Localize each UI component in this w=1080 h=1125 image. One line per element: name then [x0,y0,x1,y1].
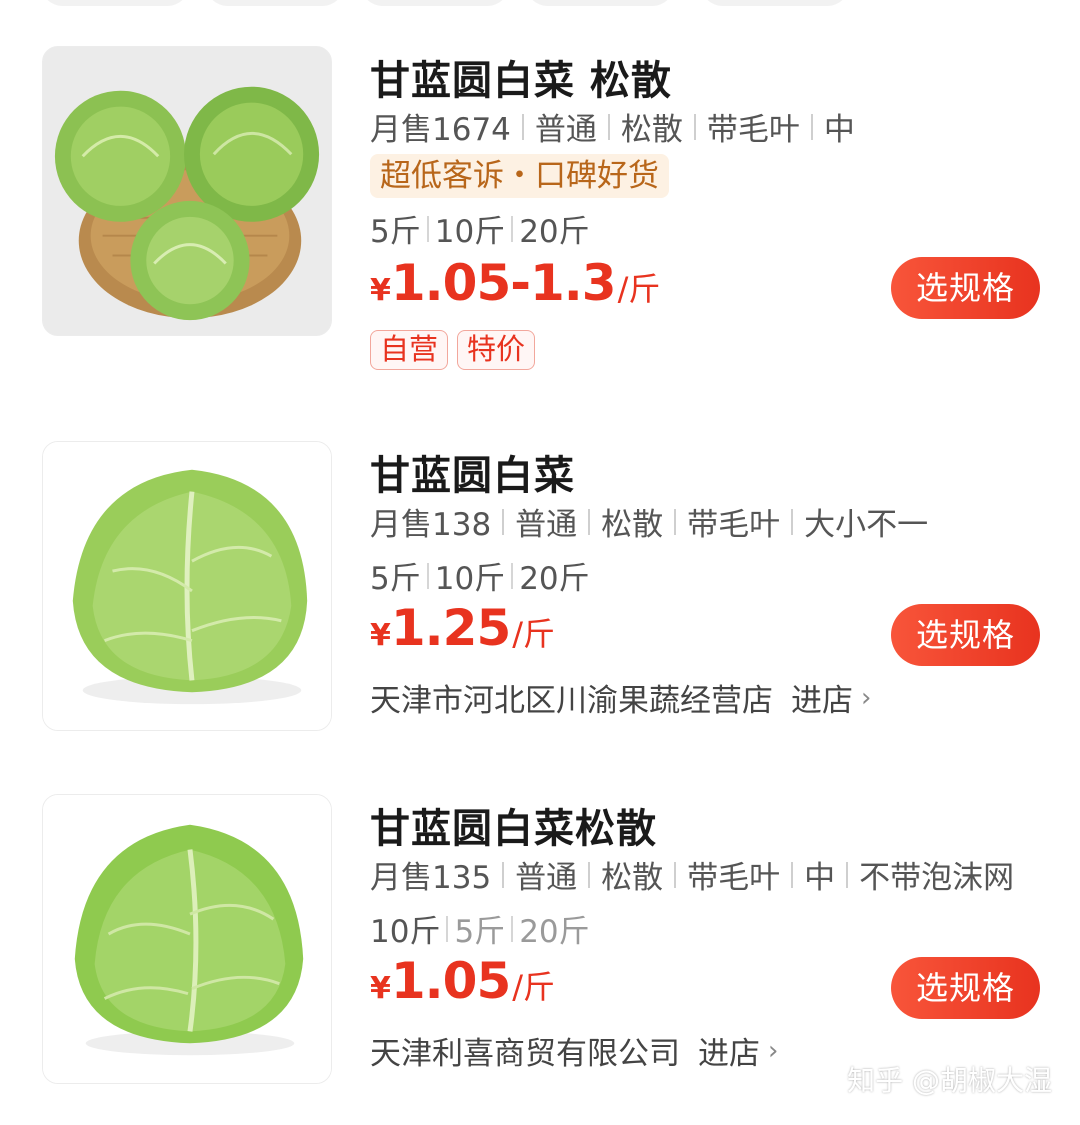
currency-symbol: ¥ [370,971,391,1006]
weight-option[interactable]: 5斤 [454,906,505,951]
product-specs: 月售135 普通 松散 带毛叶 中 不带泡沫网 [370,852,1014,897]
spec-item: 普通 [534,112,597,148]
cabbage-image [43,795,331,1083]
product-title[interactable]: 甘蓝圆白菜 [370,443,575,501]
store-name: 天津利喜商贸有限公司 [370,1036,680,1072]
enter-store-label[interactable]: 进店 [791,675,853,720]
divider [846,861,849,888]
divider [607,113,610,140]
divider [791,861,794,888]
spec-item: 带毛叶 [687,860,781,896]
weight-options: 5斤 10斤 20斤 [370,206,590,251]
divider [426,215,429,242]
promo-badge: 超低客诉・口碑好货 [370,154,669,198]
divider [588,508,591,535]
price-unit: /斤 [617,270,661,308]
product-info: 甘蓝圆白菜松散 月售135 普通 松散 带毛叶 中 不带泡沫网 10斤 5斤 2… [370,794,1050,1084]
tag-row: 自营 特价 [370,330,536,370]
spec-sales: 月售1674 [370,112,511,148]
product-specs: 月售1674 普通 松散 带毛叶 中 [370,104,855,149]
product-price: ¥ 1.25 /斤 [370,599,555,657]
chevron-right-icon: › [861,682,872,713]
cabbage-image [43,442,331,730]
filter-chip[interactable] [40,0,190,6]
product-price: ¥ 1.05 /斤 [370,952,555,1010]
select-spec-button[interactable]: 选规格 [891,604,1040,666]
weight-option[interactable]: 10斤 [370,906,440,951]
weight-option[interactable]: 20斤 [519,906,589,951]
price-value: 1.05-1.3 [390,254,617,312]
store-name: 天津市河北区川渝果蔬经营店 [370,683,773,719]
store-link[interactable]: 天津利喜商贸有限公司 进店 › [370,1028,778,1073]
store-link[interactable]: 天津市河北区川渝果蔬经营店 进店 › [370,675,871,720]
product-price: ¥ 1.05-1.3 /斤 [370,254,660,312]
divider [791,508,794,535]
filter-chip[interactable] [205,0,345,6]
divider [511,562,514,589]
divider [588,861,591,888]
tag-special-price: 特价 [457,330,536,370]
select-spec-button[interactable]: 选规格 [891,957,1040,1019]
product-image[interactable] [42,441,332,731]
weight-options: 5斤 10斤 20斤 [370,553,590,598]
spec-item: 松散 [601,507,664,543]
product-info: 甘蓝圆白菜 松散 月售1674 普通 松散 带毛叶 中 超低客诉・口碑好货 5斤… [370,46,1050,376]
weight-option[interactable]: 10斤 [435,553,505,598]
filter-chip[interactable] [360,0,510,6]
spec-sales: 月售135 [370,860,492,896]
divider [674,508,677,535]
spec-sales: 月售138 [370,507,492,543]
spec-item: 带毛叶 [706,112,800,148]
divider [511,915,514,942]
divider [810,113,813,140]
price-unit: /斤 [512,615,556,653]
product-image[interactable] [42,46,332,336]
filter-chip[interactable] [525,0,675,6]
spec-item: 松散 [601,860,664,896]
product-title[interactable]: 甘蓝圆白菜 松散 [370,48,672,106]
spec-item: 松散 [620,112,683,148]
weight-option[interactable]: 5斤 [370,553,421,598]
price-value: 1.05 [390,952,511,1010]
product-specs: 月售138 普通 松散 带毛叶 大小不一 [370,499,928,544]
spec-item: 普通 [515,507,578,543]
weight-options: 10斤 5斤 20斤 [370,906,590,951]
currency-symbol: ¥ [370,618,391,653]
divider [502,508,505,535]
divider [502,861,505,888]
spec-item: 普通 [515,860,578,896]
spec-item: 中 [804,860,836,896]
divider [674,861,677,888]
product-image[interactable] [42,794,332,1084]
currency-symbol: ¥ [370,273,391,308]
divider [521,113,524,140]
divider [693,113,696,140]
spec-item: 大小不一 [804,507,929,543]
weight-option[interactable]: 5斤 [370,206,421,251]
cabbage-basket-image [43,47,331,335]
enter-store-label[interactable]: 进店 [698,1028,760,1073]
watermark: 知乎 @胡椒大湿 [847,1064,1052,1097]
filter-chip-row [0,0,1080,6]
spec-item: 中 [823,112,855,148]
product-title[interactable]: 甘蓝圆白菜松散 [370,796,657,854]
price-unit: /斤 [512,968,556,1006]
spec-item: 不带泡沫网 [859,860,1015,896]
divider [426,562,429,589]
weight-option[interactable]: 10斤 [435,206,505,251]
spec-item: 带毛叶 [687,507,781,543]
chevron-right-icon: › [768,1035,779,1066]
divider [446,915,449,942]
tag-self-operated: 自营 [370,330,449,370]
divider [511,215,514,242]
product-info: 甘蓝圆白菜 月售138 普通 松散 带毛叶 大小不一 5斤 10斤 20斤 ¥ … [370,441,1050,731]
price-value: 1.25 [390,599,511,657]
weight-option[interactable]: 20斤 [519,553,589,598]
weight-option[interactable]: 20斤 [519,206,589,251]
select-spec-button[interactable]: 选规格 [891,257,1040,319]
filter-chip[interactable] [700,0,850,6]
